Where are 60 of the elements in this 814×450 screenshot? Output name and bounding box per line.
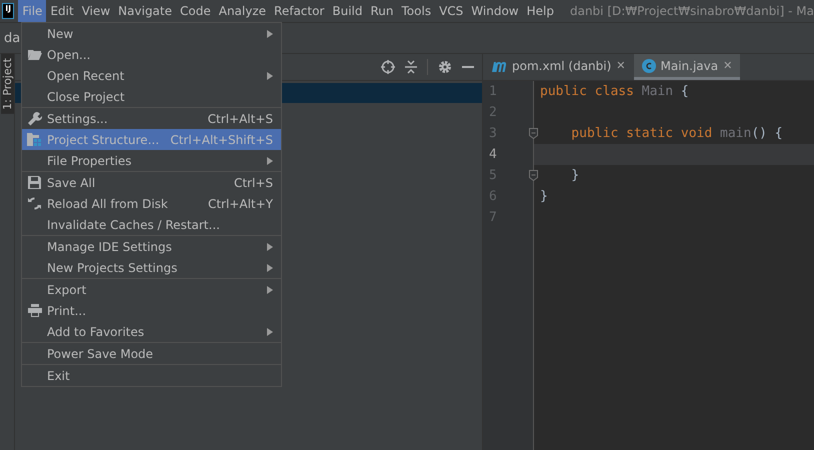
menu-bar-item[interactable]: Build — [328, 0, 366, 22]
editor-tab[interactable]: pom.xml (danbi) ✕ — [483, 54, 634, 80]
code-line: public class Main { — [539, 83, 690, 101]
menu-item[interactable]: Invalidate Caches / Restart... — [22, 214, 281, 235]
menu-bar-item[interactable]: Navigate — [114, 0, 176, 22]
menu-bar-item[interactable]: Tools — [398, 0, 436, 22]
menu-bar-item[interactable]: Window — [467, 0, 523, 22]
menu-item[interactable]: New Projects Settings — [22, 257, 281, 278]
tool-window-tab[interactable]: 1: Project — [0, 54, 14, 114]
editor-tab[interactable]: Main.java ✕ — [634, 54, 740, 80]
menu-bar-item[interactable]: View — [78, 0, 114, 22]
menu-item[interactable]: Power Save Mode — [22, 343, 281, 364]
printer-icon — [28, 304, 42, 317]
menu-item[interactable]: Reload All from Disk Ctrl+Alt+Y — [22, 193, 281, 214]
close-icon[interactable]: ✕ — [723, 59, 732, 72]
submenu-arrow-icon — [267, 264, 273, 272]
code-line: public static void main() { — [570, 125, 784, 143]
close-icon[interactable]: ✕ — [616, 59, 626, 72]
reload-icon — [28, 197, 41, 210]
menu-item[interactable]: Exit — [22, 365, 281, 386]
menu-item[interactable]: Open... — [22, 44, 281, 65]
breadcrumb[interactable]: da — [0, 30, 20, 46]
code-line: } — [539, 188, 549, 206]
folder-icon — [28, 49, 42, 60]
locate-icon[interactable] — [381, 60, 395, 74]
menu-item[interactable]: Manage IDE Settings — [22, 236, 281, 257]
menu-item[interactable]: Export — [22, 279, 281, 300]
menu-bar-item[interactable]: Edit — [46, 0, 78, 22]
menu-item[interactable]: New — [22, 23, 281, 44]
window-title: danbi [D:₩Project₩sinabro₩danbi] - Ma — [570, 4, 814, 18]
class-icon — [642, 58, 656, 72]
submenu-arrow-icon — [267, 30, 273, 38]
menu-bar-item[interactable]: Refactor — [270, 0, 328, 22]
menu-bar-item[interactable]: Run — [366, 0, 398, 22]
settings-icon[interactable] — [438, 60, 452, 74]
menu-item[interactable]: Print... — [22, 300, 281, 321]
fold-marker-icon[interactable] — [529, 170, 538, 181]
menu-bar-item[interactable]: VCS — [435, 0, 468, 22]
menu-item[interactable]: Settings... Ctrl+Alt+S — [22, 108, 281, 129]
collapse-icon[interactable] — [405, 60, 417, 74]
menu-item[interactable]: Close Project — [22, 86, 281, 107]
submenu-arrow-icon — [267, 72, 273, 80]
submenu-arrow-icon — [267, 286, 273, 294]
submenu-arrow-icon — [267, 242, 273, 250]
line-number: 4 — [488, 146, 498, 164]
maven-m-icon — [491, 60, 507, 72]
menu-item[interactable]: File Properties — [22, 150, 281, 171]
code-line: } — [570, 167, 580, 185]
menu-item[interactable]: Add to Favorites — [22, 321, 281, 342]
fold-marker-icon[interactable] — [529, 128, 538, 139]
folder-grid-icon — [27, 133, 42, 146]
app-logo[interactable]: IJ — [2, 3, 14, 19]
wrench-icon — [28, 112, 42, 126]
menu-bar-item[interactable]: Code — [176, 0, 215, 22]
submenu-arrow-icon — [267, 328, 273, 336]
menu-item[interactable]: Open Recent — [22, 65, 281, 86]
submenu-arrow-icon — [267, 156, 273, 164]
menu-bar-item[interactable]: Analyze — [214, 0, 270, 22]
menu-bar-item[interactable]: Help — [522, 0, 558, 22]
menu-item[interactable]: Save All Ctrl+S — [22, 172, 281, 193]
